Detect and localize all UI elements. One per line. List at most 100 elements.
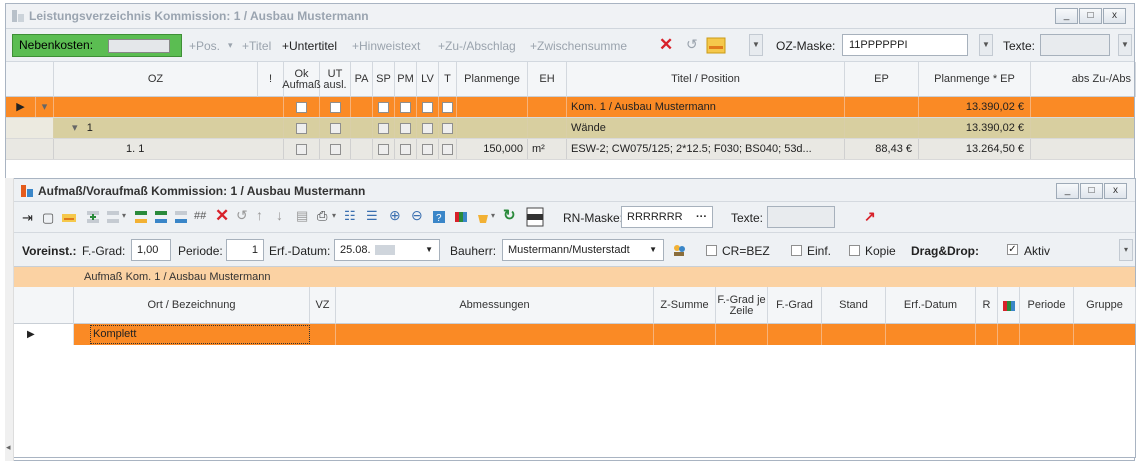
insert-block-icon[interactable] — [134, 210, 148, 224]
texte-toggle[interactable] — [1040, 34, 1110, 56]
color-cell[interactable] — [998, 324, 1020, 345]
table-icon[interactable]: ☰ — [366, 208, 378, 224]
col-ep[interactable]: EP — [845, 62, 919, 97]
bucket-icon[interactable] — [476, 210, 490, 224]
col-z-summe[interactable]: Z-Summe — [654, 287, 716, 324]
abmessungen-cell[interactable] — [336, 324, 654, 345]
report-icon[interactable]: ☷ — [344, 208, 356, 224]
col-abs-zu-abs[interactable]: abs Zu-/Abs — [1031, 62, 1136, 97]
col-planmenge[interactable]: Planmenge — [457, 62, 528, 97]
voreinst-dropdown[interactable]: ▾ — [1119, 239, 1133, 261]
lv-checkbox[interactable] — [417, 118, 439, 138]
col-sp[interactable]: SP — [373, 62, 395, 97]
col-periode[interactable]: Periode — [1020, 287, 1074, 324]
delete-icon[interactable]: ✕ — [659, 35, 673, 55]
toolbar-dropdown[interactable]: ▼ — [749, 34, 763, 56]
move-up-icon[interactable]: ↑ — [256, 207, 263, 223]
fgrad-cell[interactable] — [768, 324, 822, 345]
move-down-icon[interactable]: ↓ — [276, 207, 283, 223]
col-ok-aufmass[interactable]: Ok Aufmaß — [282, 62, 321, 97]
erf-datum-input[interactable]: 25.08. ▼ — [334, 239, 440, 261]
pm-checkbox[interactable] — [395, 139, 417, 159]
col-oz[interactable]: OZ — [54, 62, 258, 97]
vertical-scrollbar[interactable]: ◂ — [5, 178, 14, 461]
print-icon[interactable]: ⎙ — [317, 208, 327, 224]
nebenkosten-toggle[interactable]: Nebenkosten: — [12, 34, 182, 57]
table-row[interactable]: ▾ 1 Wände 13.390,02 € — [6, 118, 1134, 139]
col-fgrad-je-zeile[interactable]: F.-Grad je Zeile — [716, 287, 768, 324]
pm-checkbox[interactable] — [395, 97, 417, 117]
pdf-icon[interactable] — [526, 207, 544, 227]
zoom-out-icon[interactable]: ⊖ — [411, 207, 423, 224]
col-stand[interactable]: Stand — [822, 287, 886, 324]
add-titel-button[interactable]: +Titel — [242, 39, 271, 53]
col-fgrad[interactable]: F.-Grad — [768, 287, 822, 324]
add-position-button[interactable]: +Pos. — [189, 39, 220, 53]
add-hinweistext-button[interactable]: +Hinweistext — [352, 39, 420, 53]
lv-checkbox[interactable] — [417, 97, 439, 117]
fgrad-zeile-cell[interactable] — [716, 324, 768, 345]
ut-ausl-checkbox[interactable] — [320, 118, 351, 138]
bucket-dropdown-icon[interactable]: ▾ — [491, 211, 495, 220]
ruler-icon[interactable] — [706, 37, 726, 54]
erf-datum-cell[interactable] — [886, 324, 976, 345]
ort-bezeichnung-cell[interactable]: Komplett — [90, 325, 310, 344]
rn-maske-input[interactable]: RRRRRRR ··· — [621, 206, 713, 228]
sp-checkbox[interactable] — [373, 139, 395, 159]
colors-icon[interactable] — [454, 210, 468, 224]
t-checkbox[interactable] — [439, 97, 457, 117]
add-untertitel-button[interactable]: +Untertitel — [282, 39, 337, 53]
undo-icon[interactable]: ↺ — [236, 207, 248, 224]
texte-dropdown[interactable]: ▼ — [1118, 34, 1132, 56]
aufmass-texte-toggle[interactable] — [767, 206, 835, 228]
col-lv[interactable]: LV — [417, 62, 439, 97]
ok-aufmass-checkbox[interactable] — [284, 118, 320, 138]
pos-dropdown-icon[interactable]: ▾ — [228, 40, 233, 51]
oz-maske-select[interactable]: 11PPPPPPI — [842, 34, 968, 56]
col-eh[interactable]: EH — [528, 62, 567, 97]
table-row[interactable]: ▶ ▾ Kom. 1 / Ausbau Mustermann 13.390,02… — [6, 97, 1134, 118]
add-zwischensumme-button[interactable]: +Zwischensumme — [530, 39, 627, 53]
insert-end-icon[interactable] — [174, 210, 188, 224]
ok-aufmass-checkbox[interactable] — [284, 97, 320, 117]
col-ut-ausl[interactable]: UT ausl. — [320, 62, 351, 97]
pm-checkbox[interactable] — [395, 118, 417, 138]
col-pa[interactable]: PA — [351, 62, 373, 97]
kopie-checkbox[interactable] — [849, 245, 860, 256]
ruler-icon[interactable] — [62, 211, 76, 225]
rn-maske-more-button[interactable]: ··· — [696, 207, 707, 227]
minimize-button[interactable]: _ — [1055, 8, 1078, 24]
lv-checkbox[interactable] — [417, 139, 439, 159]
col-erf-datum[interactable]: Erf.-Datum — [886, 287, 976, 324]
t-checkbox[interactable] — [439, 118, 457, 138]
nebenkosten-switch[interactable] — [108, 39, 170, 53]
undo-icon[interactable]: ↺ — [686, 36, 698, 53]
table-row[interactable]: ▶ Komplett — [14, 324, 1135, 345]
col-titel-position[interactable]: Titel / Position — [567, 62, 845, 97]
numbering-icon[interactable]: ## — [194, 210, 206, 222]
periode-cell[interactable] — [1020, 324, 1074, 345]
ok-aufmass-checkbox[interactable] — [284, 139, 320, 159]
t-checkbox[interactable] — [439, 139, 457, 159]
pin-icon[interactable]: ⇥ — [22, 210, 33, 226]
collapse-icon[interactable]: ▾ — [36, 97, 54, 117]
stand-cell[interactable] — [822, 324, 886, 345]
col-t[interactable]: T — [439, 62, 457, 97]
refresh-icon[interactable]: ↻ — [503, 206, 516, 224]
ut-ausl-checkbox[interactable] — [320, 97, 351, 117]
edit-icon[interactable]: ▢ — [42, 210, 54, 226]
col-gruppe[interactable]: Gruppe — [1074, 287, 1136, 324]
date-dropdown-icon[interactable]: ▼ — [425, 240, 433, 260]
einf-checkbox[interactable] — [791, 245, 802, 256]
print-dropdown-icon[interactable]: ▾ — [332, 211, 336, 220]
zoom-in-icon[interactable]: ⊕ — [389, 207, 401, 224]
contacts-icon[interactable] — [672, 243, 686, 257]
col-abmessungen[interactable]: Abmessungen — [336, 287, 654, 324]
external-link-icon[interactable]: ↗ — [864, 208, 876, 225]
cr-bez-checkbox[interactable] — [706, 245, 717, 256]
aktiv-checkbox[interactable]: ✓ — [1007, 244, 1018, 255]
periode-input[interactable]: 1 — [226, 239, 264, 261]
save-icon[interactable]: ▤ — [296, 208, 308, 224]
maximize-button[interactable]: □ — [1080, 183, 1103, 199]
oz-maske-dropdown[interactable]: ▼ — [979, 34, 993, 56]
